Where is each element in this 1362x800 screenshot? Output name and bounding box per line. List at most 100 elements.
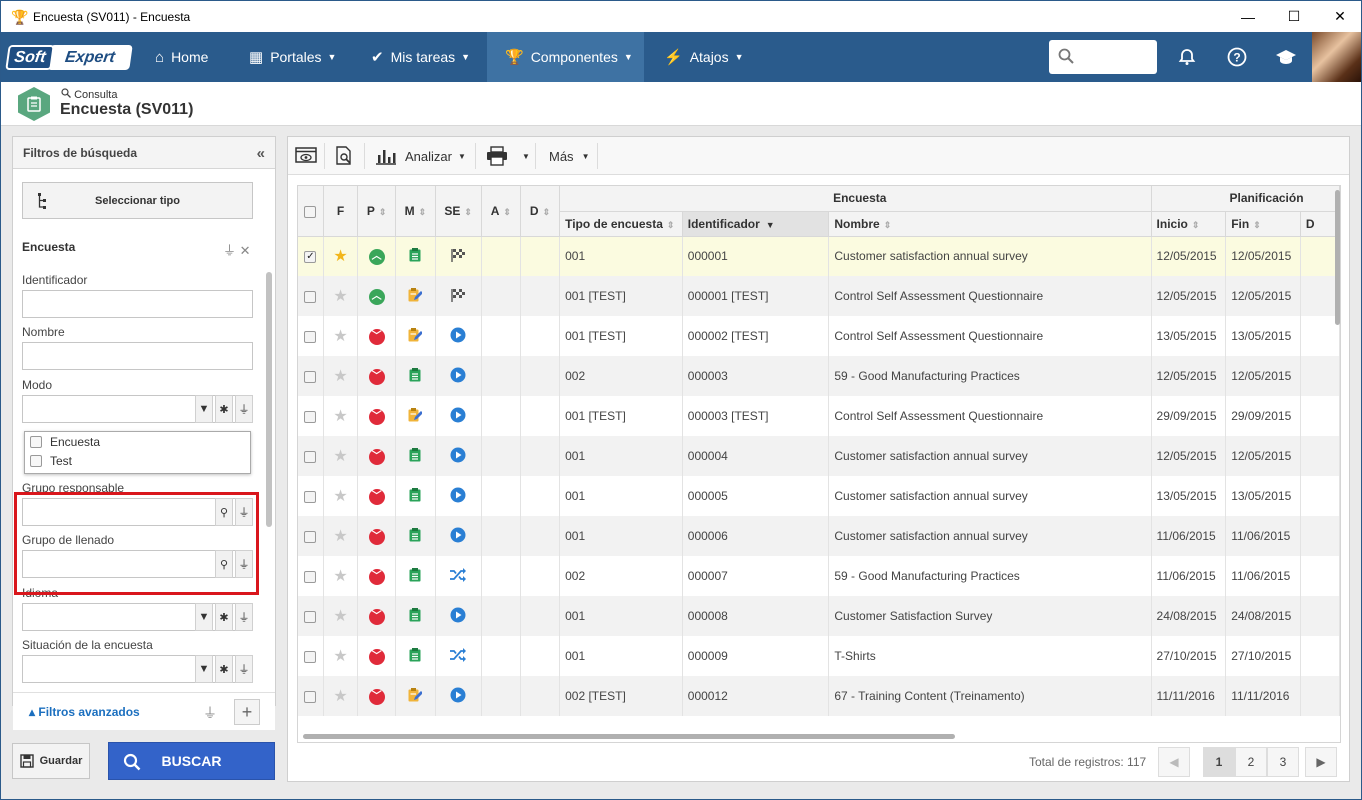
filters-scrollbar[interactable] [266, 272, 272, 527]
select-all-header[interactable] [298, 186, 324, 237]
collapse-icon[interactable]: « [257, 145, 265, 162]
maximize-button[interactable]: ☐ [1271, 1, 1317, 32]
analizar-button[interactable]: Analizar ▼ [375, 137, 466, 175]
modo-select[interactable]: ▼ ✱ ⏚ [22, 395, 253, 423]
row-checkbox[interactable] [304, 610, 317, 623]
situacion-select[interactable]: ▼ ✱ ⏚ [22, 655, 253, 683]
bell-icon[interactable] [1173, 43, 1201, 71]
broom-icon[interactable]: ⏚ [235, 395, 253, 423]
nav-item-portales[interactable]: ▦ Portales ▼ [249, 32, 336, 82]
modo-option-encuesta[interactable]: Encuesta [25, 432, 250, 451]
broom-icon[interactable]: ⏚ [223, 243, 236, 258]
row-checkbox[interactable] [304, 450, 317, 463]
row-checkbox[interactable] [304, 530, 317, 543]
save-button[interactable]: Guardar [12, 743, 90, 779]
broom-icon[interactable]: ⏚ [235, 603, 253, 631]
row-checkbox[interactable] [304, 290, 317, 303]
col-p[interactable]: P ⇕ [357, 186, 397, 237]
page-3-button[interactable]: 3 [1267, 747, 1299, 777]
table-row[interactable]: ✓ ★ ︿ 001 000001 Customer satisfaction annual… [298, 236, 1340, 276]
help-icon[interactable]: ? [1223, 43, 1251, 71]
star-icon[interactable]: ★ [333, 448, 347, 465]
view-icon[interactable] [295, 137, 317, 175]
col-nombre[interactable]: Nombre ⇕ [828, 211, 1152, 237]
row-checkbox[interactable] [304, 370, 317, 383]
modo-option-test[interactable]: Test [25, 451, 250, 470]
page-1-button[interactable]: 1 [1203, 747, 1235, 777]
star-icon[interactable]: ★ [333, 328, 347, 345]
chevron-down-icon[interactable]: ▼ [195, 655, 213, 683]
table-row[interactable]: ★ ﹀ 001 [TEST] 000003 [TEST] Control Self As… [298, 396, 1340, 436]
row-checkbox[interactable] [304, 330, 317, 343]
checkbox[interactable] [304, 205, 317, 218]
nav-item-atajos[interactable]: ⚡ Atajos ▼ [664, 32, 744, 82]
softexpert-logo[interactable]: Expert Soft [5, 45, 133, 70]
vertical-scrollbar[interactable] [1335, 190, 1340, 325]
add-filter-button[interactable]: + [234, 699, 260, 725]
star-icon[interactable]: ★ [333, 408, 347, 425]
broom-icon[interactable]: ⏚ [203, 703, 217, 723]
table-row[interactable]: ★ ﹀ 001 000004 Customer satisfaction annual … [298, 436, 1340, 476]
horizontal-scrollbar[interactable] [303, 734, 955, 739]
nav-item-mis-tareas[interactable]: ✔ Mis tareas ▼ [371, 32, 470, 82]
table-row[interactable]: ★ ﹀ 002 [TEST] 000012 67 - Training Content … [298, 676, 1340, 716]
col-f[interactable]: F [323, 186, 359, 237]
select-type-button[interactable]: Seleccionar tipo [22, 182, 253, 219]
row-checkbox[interactable] [304, 490, 317, 503]
clear-x-icon[interactable]: ✕ [240, 243, 251, 258]
checkbox[interactable] [30, 435, 42, 448]
asterisk-icon[interactable]: ✱ [215, 603, 233, 631]
graduation-cap-icon[interactable] [1272, 43, 1300, 71]
table-row[interactable]: ★ ﹀ 001 000005 Customer satisfaction annual … [298, 476, 1340, 516]
user-avatar[interactable] [1312, 32, 1361, 82]
chevron-down-icon[interactable]: ▼ [195, 603, 213, 631]
star-icon[interactable]: ★ [333, 528, 347, 545]
print-button[interactable]: ▼ [486, 137, 530, 175]
table-row[interactable]: ★ ﹀ 002 000007 59 - Good Manufacturing Pract… [298, 556, 1340, 596]
table-row[interactable]: ★ ︿ 001 [TEST] 000001 [TEST] Control Self As… [298, 276, 1340, 316]
broom-icon[interactable]: ⏚ [235, 655, 253, 683]
star-icon[interactable]: ★ [333, 648, 347, 665]
nav-item-home[interactable]: ⌂ Home [155, 32, 208, 82]
col-fin[interactable]: Fin ⇕ [1225, 211, 1301, 237]
mas-button[interactable]: Más ▼ [549, 137, 589, 175]
star-icon[interactable]: ★ [333, 488, 347, 505]
page-2-button[interactable]: 2 [1235, 747, 1267, 777]
advanced-filters-link[interactable]: ▴ Filtros avanzados [29, 705, 140, 719]
asterisk-icon[interactable]: ✱ [215, 655, 233, 683]
star-icon[interactable]: ★ [333, 248, 347, 265]
table-row[interactable]: ★ ﹀ 001 [TEST] 000002 [TEST] Control Self As… [298, 316, 1340, 356]
identificador-input[interactable] [22, 290, 253, 318]
row-checkbox[interactable] [304, 690, 317, 703]
prev-page-button[interactable]: ◀ [1158, 747, 1190, 777]
nombre-input[interactable] [22, 342, 253, 370]
row-checkbox[interactable] [304, 410, 317, 423]
row-checkbox[interactable] [304, 570, 317, 583]
col-tipo[interactable]: Tipo de encuesta ⇕ [559, 211, 683, 237]
col-d[interactable]: D ⇕ [520, 186, 561, 237]
global-search-input[interactable] [1049, 40, 1157, 74]
close-button[interactable]: ✕ [1317, 1, 1362, 32]
star-icon[interactable]: ★ [333, 688, 347, 705]
table-row[interactable]: ★ ﹀ 001 000008 Customer Satisfaction Survey 2… [298, 596, 1340, 636]
next-page-button[interactable]: ▶ [1305, 747, 1337, 777]
asterisk-icon[interactable]: ✱ [215, 395, 233, 423]
search-button[interactable]: BUSCAR [108, 742, 275, 780]
star-icon[interactable]: ★ [333, 368, 347, 385]
table-row[interactable]: ★ ﹀ 002 000003 59 - Good Manufacturing Pract… [298, 356, 1340, 396]
col-inicio[interactable]: Inicio ⇕ [1151, 211, 1227, 237]
chevron-down-icon[interactable]: ▼ [195, 395, 213, 423]
nav-item-componentes[interactable]: 🏆 Componentes ▼ [487, 32, 644, 82]
table-row[interactable]: ★ ﹀ 001 000009 T-Shirts 27/10/2015 27/10/2015 [298, 636, 1340, 676]
table-row[interactable]: ★ ﹀ 001 000006 Customer satisfaction annual … [298, 516, 1340, 556]
col-se[interactable]: SE ⇕ [435, 186, 482, 237]
col-identificador[interactable]: Identificador ▼ [682, 211, 830, 237]
row-checkbox[interactable] [304, 650, 317, 663]
minimize-button[interactable]: — [1225, 1, 1271, 32]
row-checkbox[interactable]: ✓ [304, 251, 317, 264]
col-a[interactable]: A ⇕ [481, 186, 521, 237]
star-icon[interactable]: ★ [333, 568, 347, 585]
col-extra[interactable]: D [1300, 211, 1340, 237]
star-icon[interactable]: ★ [333, 608, 347, 625]
star-icon[interactable]: ★ [333, 288, 347, 305]
